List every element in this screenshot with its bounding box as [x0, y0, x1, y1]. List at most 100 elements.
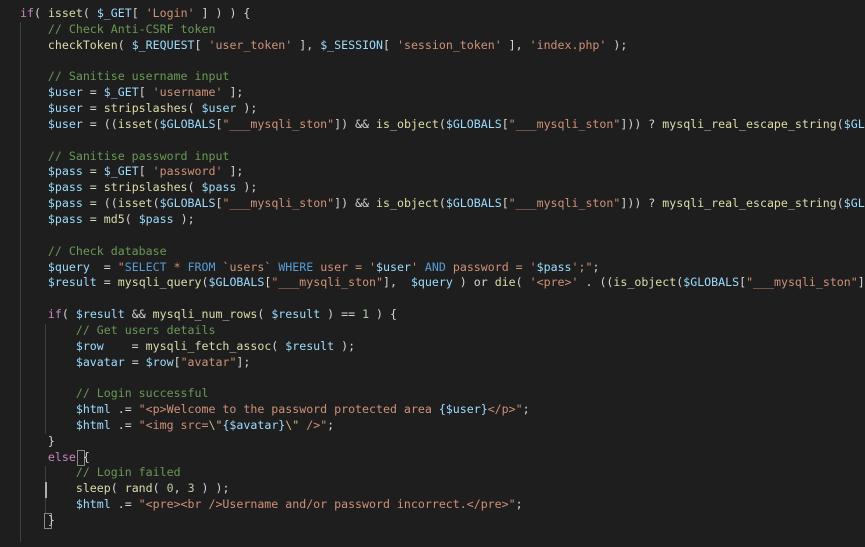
string-literal-token: "<pre><br />Username and/or password inc…: [138, 497, 516, 512]
punctuation-token: );: [173, 211, 195, 226]
code-line[interactable]: $user = stripslashes( $user );: [20, 101, 865, 117]
punctuation-token: ] ) ) {: [194, 6, 251, 20]
code-line[interactable]: // Login successful: [20, 386, 865, 402]
variable-token: $_GET: [103, 85, 139, 100]
function-name-token: mysqli_fetch_assoc: [145, 338, 272, 353]
function-name-token: isset: [117, 196, 153, 211]
sql-keyword-token: WHERE: [278, 259, 314, 274]
code-line[interactable]: sleep( rand( 0, 3 ) );: [20, 481, 865, 497]
punctuation-token: [20, 164, 48, 178]
variable-token: $avatar: [75, 354, 125, 369]
variable-token: $query: [410, 275, 453, 290]
variable-token: $pass: [47, 211, 83, 226]
punctuation-token: = ((: [82, 196, 118, 211]
comment-token: // Get users details: [75, 322, 216, 337]
string-literal-token: 'index.php': [529, 37, 607, 52]
punctuation-token: (: [271, 338, 286, 353]
code-line[interactable]: checkToken( $_REQUEST[ 'user_token' ], $…: [20, 38, 865, 54]
punctuation-token: ) or: [452, 275, 495, 290]
punctuation-token: [20, 38, 48, 52]
escape-sequence-token: \": [285, 417, 300, 432]
code-line[interactable]: // Check database: [20, 244, 865, 260]
comment-token: // Login failed: [75, 465, 181, 480]
code-line[interactable]: $user = $_GET[ 'username' ];: [20, 85, 865, 101]
code-line[interactable]: ​: [20, 54, 865, 70]
punctuation-token: (: [187, 180, 202, 195]
code-line[interactable]: $user = ((isset($GLOBALS["___mysqli_ston…: [20, 117, 865, 133]
punctuation-token: [20, 22, 48, 36]
punctuation-token: (: [438, 116, 446, 131]
string-literal-token: "___mysqli_ston": [222, 196, 335, 211]
variable-token: $GLOBALS: [159, 116, 216, 131]
variable-token: $GLOBALS: [843, 196, 865, 211]
code-line[interactable]: $html .= "<img src=\"{$avatar}\" />";: [20, 418, 865, 434]
punctuation-token: (: [61, 307, 76, 322]
punctuation-token: [20, 101, 48, 115]
code-editor[interactable]: if( isset( $_GET[ 'Login' ] ) ) { // Che…: [0, 0, 865, 547]
punctuation-token: ]) &&: [334, 196, 377, 211]
function-name-token: is_object: [376, 116, 439, 131]
punctuation-token: [: [501, 196, 509, 211]
function-name-token: isset: [117, 116, 153, 131]
code-line[interactable]: }: [20, 513, 865, 529]
punctuation-token: [20, 212, 48, 226]
code-line[interactable]: $html .= "<pre><br />Username and/or pas…: [20, 497, 865, 513]
code-line[interactable]: ​: [20, 133, 865, 149]
code-line[interactable]: // Get users details: [20, 323, 865, 339]
punctuation-token: [20, 196, 48, 210]
variable-token: $result: [271, 307, 321, 322]
punctuation-token: (: [152, 196, 160, 211]
punctuation-token: (: [117, 37, 132, 52]
code-line[interactable]: $pass = $_GET[ 'password' ];: [20, 164, 865, 180]
punctuation-token: [: [739, 275, 747, 290]
function-name-token: mysqli_real_escape_string: [662, 116, 837, 131]
punctuation-token: (: [82, 6, 97, 20]
code-line[interactable]: ​: [20, 291, 865, 307]
sql-keyword-token: SELECT: [124, 259, 167, 274]
punctuation-token: (: [152, 481, 167, 496]
variable-token: $GLOBALS: [445, 116, 502, 131]
variable-token: $user: [47, 116, 83, 131]
code-line[interactable]: if( $result && mysqli_num_rows( $result …: [20, 307, 865, 323]
code-line[interactable]: // Check Anti-CSRF token: [20, 22, 865, 38]
code-line[interactable]: ​: [20, 228, 865, 244]
punctuation-token: [20, 323, 76, 337]
code-line[interactable]: $pass = ((isset($GLOBALS["___mysqli_ston…: [20, 196, 865, 212]
code-line[interactable]: $result = mysqli_query($GLOBALS["___mysq…: [20, 275, 865, 291]
punctuation-token: .=: [110, 417, 139, 432]
punctuation-token: [20, 465, 76, 479]
function-name-token: is_object: [613, 275, 677, 290]
sql-keyword-token: FROM: [187, 259, 216, 274]
punctuation-token: =: [82, 180, 104, 195]
code-line[interactable]: ​: [20, 370, 865, 386]
punctuation-token: }: [20, 513, 55, 527]
variable-token: $_GET: [96, 6, 132, 20]
function-name-token: is_object: [376, 196, 439, 211]
code-line[interactable]: // Login failed: [20, 465, 865, 481]
code-line[interactable]: if( isset( $_GET[ 'Login' ] ) ) {: [20, 6, 865, 22]
punctuation-token: [20, 497, 76, 511]
comment-token: // Sanitise username input: [47, 69, 230, 84]
punctuation-token: ];: [236, 354, 251, 369]
punctuation-token: [20, 355, 76, 369]
code-line[interactable]: $html .= "<p>Welcome to the password pro…: [20, 402, 865, 418]
code-line[interactable]: $avatar = $row["avatar"];: [20, 355, 865, 371]
punctuation-token: (: [257, 307, 272, 322]
code-line[interactable]: else {: [20, 450, 865, 466]
string-literal-token: 'username': [152, 85, 223, 100]
code-line[interactable]: $row = mysqli_fetch_assoc( $result );: [20, 339, 865, 355]
comment-token: // Check database: [47, 243, 167, 258]
code-line[interactable]: // Sanitise password input: [20, 149, 865, 165]
code-content[interactable]: if( isset( $_GET[ 'Login' ] ) ) { // Che…: [20, 6, 865, 529]
code-line[interactable]: // Sanitise username input: [20, 69, 865, 85]
punctuation-token: );: [606, 37, 628, 52]
code-line[interactable]: $pass = stripslashes( $pass );: [20, 180, 865, 196]
code-line[interactable]: }: [20, 434, 865, 450]
code-line[interactable]: $query = "SELECT * FROM `users` WHERE us…: [20, 260, 865, 276]
punctuation-token: [20, 275, 48, 289]
punctuation-token: (: [438, 196, 446, 211]
function-name-token: mysqli_real_escape_string: [662, 196, 837, 211]
code-line[interactable]: $pass = md5( $pass );: [20, 212, 865, 228]
punctuation-token: .=: [110, 497, 139, 512]
variable-token: $pass: [47, 164, 83, 179]
